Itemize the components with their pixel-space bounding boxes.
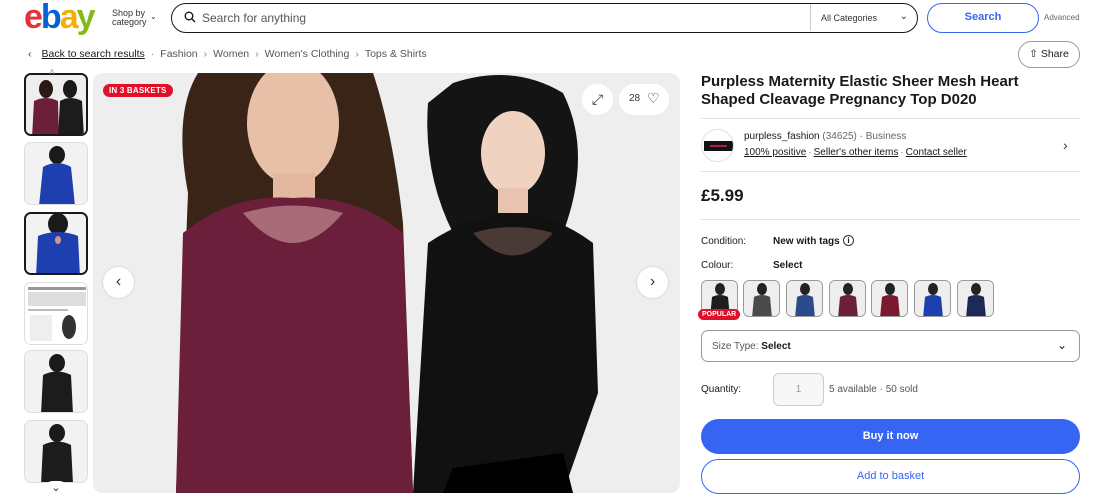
divider <box>701 219 1080 220</box>
chevron-left-icon: ‹ <box>115 273 122 290</box>
seller-positive-link[interactable]: 100% positive <box>744 147 806 158</box>
breadcrumb-item-women[interactable]: Women <box>213 48 249 60</box>
size-type-select[interactable]: Size Type: Select ⌄ <box>701 330 1080 362</box>
search-bar: All Categories ⌄ <box>171 3 918 33</box>
search-input[interactable] <box>202 9 762 27</box>
ebay-logo[interactable]: ebay <box>24 0 96 36</box>
colour-label: Colour: <box>701 260 734 271</box>
condition-label: Condition: <box>701 236 747 247</box>
buy-it-now-button[interactable]: Buy it now <box>701 419 1080 454</box>
advanced-search-link[interactable]: Advanced <box>1044 13 1080 22</box>
search-icon <box>184 11 196 23</box>
share-icon: ⇧ <box>1029 48 1038 60</box>
seller-other-items-link[interactable]: Seller's other items <box>814 147 899 158</box>
contact-seller-link[interactable]: Contact seller <box>906 147 967 158</box>
colour-swatch[interactable] <box>957 280 994 317</box>
thumbnail-2[interactable] <box>24 142 88 205</box>
seller-avatar[interactable] <box>701 129 734 162</box>
share-label: Share <box>1040 48 1069 60</box>
chevron-down-icon: ⌄ <box>899 11 908 22</box>
previous-image-button[interactable]: ‹ <box>103 267 134 298</box>
price: £5.99 <box>701 186 744 205</box>
breadcrumb-item-tops-shirts[interactable]: Tops & Shirts <box>365 48 427 60</box>
in-baskets-badge: IN 3 BASKETS <box>103 84 173 97</box>
swatch-image <box>872 281 907 316</box>
add-to-basket-button[interactable]: Add to basket <box>701 459 1080 494</box>
swatch-image <box>958 281 993 316</box>
popular-badge: POPULAR <box>698 309 741 320</box>
seller-type: · Business <box>859 131 907 142</box>
thumbnail-1[interactable] <box>24 73 88 136</box>
colour-swatch[interactable] <box>829 280 866 317</box>
chevron-up-icon[interactable]: ˄ <box>49 67 55 78</box>
chevron-right-icon: › <box>649 273 656 290</box>
swatch-image <box>744 281 779 316</box>
separator: · <box>808 147 812 158</box>
category-select-value: All Categories <box>821 13 878 23</box>
expand-icon[interactable]: ⤢ <box>582 84 613 115</box>
logo-letter: b <box>40 0 62 36</box>
swatch-image <box>915 281 950 316</box>
seller-links: 100% positive · Seller's other items · Conta… <box>744 147 967 158</box>
breadcrumb-separator: › <box>355 48 359 60</box>
logo-letter: a <box>59 0 79 36</box>
divider <box>701 171 1080 172</box>
size-type-label: Size Type: <box>712 341 759 352</box>
swatch-image <box>830 281 865 316</box>
thumbnail-4-size-chart[interactable] <box>24 282 88 345</box>
heart-icon: ♡ <box>647 90 660 106</box>
search-button[interactable]: Search <box>927 3 1039 33</box>
product-thumbnail-image <box>26 214 86 273</box>
size-type-value: Select <box>761 341 791 352</box>
product-thumbnail-image <box>25 421 87 482</box>
chevron-down-icon: ⌄ <box>1056 338 1067 352</box>
seller-info: purpless_fashion (34625) · Business <box>744 131 906 142</box>
product-photo <box>93 73 680 493</box>
watch-count: 28 <box>629 93 641 104</box>
breadcrumb-item-fashion[interactable]: Fashion <box>160 48 197 60</box>
watch-button[interactable]: 28 ♡ <box>619 84 669 115</box>
chevron-down-icon[interactable]: ⌄ <box>44 481 68 499</box>
breadcrumb: ‹ Back to search results · Fashion › Women › Wo… <box>28 48 427 61</box>
seller-feedback-count: (34625) <box>822 131 857 142</box>
info-icon[interactable]: i <box>843 235 854 246</box>
next-image-button[interactable]: › <box>637 267 668 298</box>
availability-text: 5 available · 50 sold <box>829 384 918 395</box>
seller-logo <box>702 130 733 161</box>
quantity-input[interactable] <box>773 373 824 406</box>
thumbnail-6[interactable] <box>24 420 88 483</box>
shop-by-category-button[interactable]: Shop by category ⌄ <box>112 9 162 27</box>
breadcrumb-item-womens-clothing[interactable]: Women's Clothing <box>265 48 350 60</box>
divider <box>701 118 1080 119</box>
breadcrumb-separator: › <box>203 48 208 60</box>
main-product-image[interactable] <box>93 73 680 493</box>
chevron-down-icon: ⌄ <box>150 12 157 21</box>
chevron-right-icon[interactable]: › <box>1063 137 1068 153</box>
product-thumbnail-image <box>25 351 87 412</box>
share-button[interactable]: ⇧ Share <box>1018 41 1080 68</box>
colour-value: Select <box>773 260 803 271</box>
thumbnail-5[interactable] <box>24 350 88 413</box>
colour-swatch[interactable] <box>786 280 823 317</box>
back-to-search-link[interactable]: Back to search results <box>42 48 145 60</box>
swatch-image <box>787 281 822 316</box>
logo-letter: e <box>24 0 43 36</box>
breadcrumb-separator: › <box>255 48 259 60</box>
seller-name[interactable]: purpless_fashion <box>744 131 820 142</box>
colour-swatch[interactable] <box>914 280 951 317</box>
product-thumbnail-image <box>26 75 86 134</box>
size-chart-thumbnail-image <box>25 283 87 344</box>
product-thumbnail-image <box>25 143 87 204</box>
product-title: Purpless Maternity Elastic Sheer Mesh He… <box>701 73 1019 108</box>
quantity-label: Quantity: <box>701 384 742 395</box>
condition-value: New with tags <box>773 236 840 247</box>
colour-swatch[interactable] <box>871 280 908 317</box>
separator: · <box>900 147 904 158</box>
category-select[interactable]: All Categories ⌄ <box>810 4 918 31</box>
breadcrumb-separator: · <box>150 48 155 60</box>
logo-letter: y <box>76 0 96 36</box>
thumbnail-3[interactable] <box>24 212 88 275</box>
colour-swatch[interactable] <box>743 280 780 317</box>
back-arrow-icon[interactable]: ‹ <box>28 48 32 60</box>
